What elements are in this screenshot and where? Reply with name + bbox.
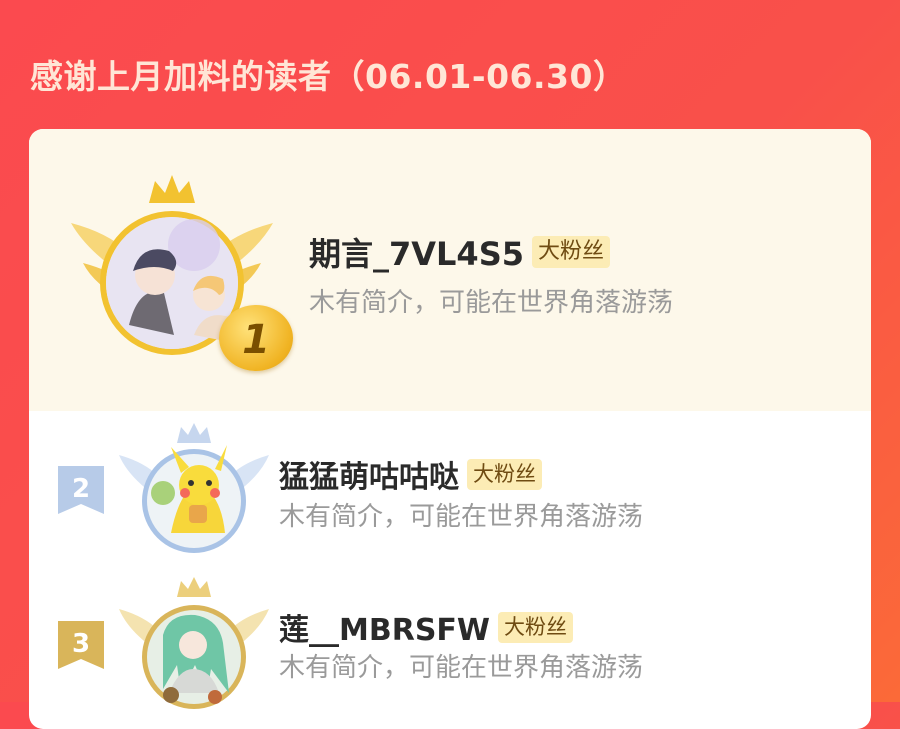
avatar-frame-gold[interactable]: 1 [69, 175, 293, 371]
rank-2-flag-icon: 2 [58, 466, 104, 514]
crown-icon [149, 175, 195, 203]
rank-2-number: 2 [71, 474, 91, 504]
avatar-frame-bronze[interactable] [119, 573, 269, 713]
fan-badge-3: 大粉丝 [498, 611, 574, 643]
user-name-3[interactable]: 莲__MBRSFW [279, 605, 490, 649]
fan-badge-2: 大粉丝 [467, 458, 542, 490]
name-line-3-text: 莲__MBRSFW 大粉丝 [279, 605, 574, 649]
user-bio-1: 木有简介，可能在世界角落游荡 [309, 288, 674, 318]
page-title: 感谢上月加料的读者（06.01-06.30） [30, 57, 627, 96]
crown-icon [177, 423, 211, 443]
crown-icon [177, 577, 211, 597]
name-line-2-text: 猛猛萌咕咕哒 大粉丝 [279, 452, 542, 496]
rank-3-flag-icon: 3 [58, 621, 104, 669]
avatar-frame-silver[interactable] [119, 423, 269, 553]
rank-1-medal-icon: 1 [219, 305, 293, 371]
user-name-2[interactable]: 猛猛萌咕咕哒 [279, 452, 459, 496]
leaderboard-card: 1 期言_7VL4S5 大粉丝 木有简介，可能在世界角落游荡 2 猛猛萌咕咕哒 … [29, 129, 871, 729]
user-name-1[interactable]: 期言_7VL4S5 [309, 229, 524, 275]
user-bio-3: 木有简介，可能在世界角落游荡 [279, 653, 644, 683]
user-bio-2: 木有简介，可能在世界角落游荡 [279, 502, 644, 532]
fan-badge-1: 大粉丝 [532, 236, 611, 268]
name-line-1: 期言_7VL4S5 大粉丝 [309, 229, 611, 275]
leaderboard-row-1[interactable]: 1 期言_7VL4S5 大粉丝 木有简介，可能在世界角落游荡 [29, 129, 871, 411]
rank-3-number: 3 [71, 629, 91, 659]
rank-1-number: 1 [242, 317, 270, 363]
